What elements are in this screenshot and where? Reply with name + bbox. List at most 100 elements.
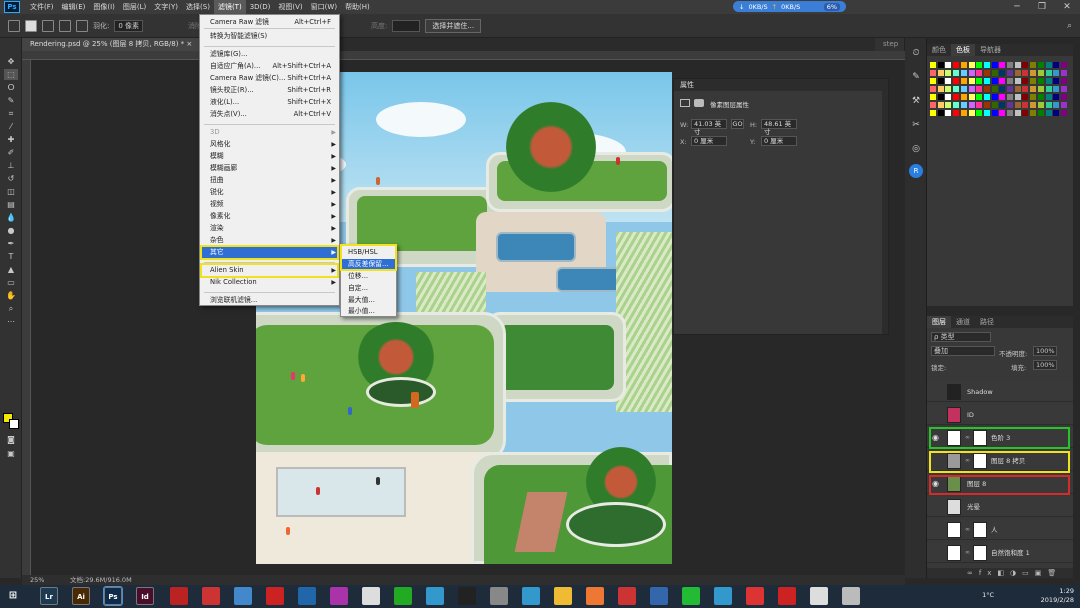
more-tools-icon[interactable]: ⋯ xyxy=(4,316,18,327)
swatch[interactable] xyxy=(1053,70,1060,76)
tab-navigator[interactable]: 导航器 xyxy=(975,44,1006,56)
link-dimensions-icon[interactable]: GO xyxy=(731,119,744,129)
swatch[interactable] xyxy=(937,110,944,116)
app-icon[interactable] xyxy=(522,587,540,605)
tab-swatches[interactable]: 色板 xyxy=(951,44,975,56)
folder-icon[interactable] xyxy=(554,587,572,605)
crop-tool-icon[interactable]: ⌗ xyxy=(4,108,18,119)
network-speed-widget[interactable]: ↓ 0KB/S ↑ 0KB/S 6% xyxy=(733,1,846,12)
menu-window[interactable]: 窗口(W) xyxy=(307,0,341,14)
filter-menu-item[interactable]: Camera Raw 滤镜(C)... Shift+Ctrl+A xyxy=(200,73,339,84)
tab-layers[interactable]: 图层 xyxy=(927,316,951,328)
swatch[interactable] xyxy=(1060,78,1067,84)
swatch[interactable] xyxy=(1007,94,1013,100)
app-icon[interactable] xyxy=(810,587,828,605)
swatch[interactable] xyxy=(930,94,936,100)
swatch[interactable] xyxy=(1014,102,1021,108)
swatch[interactable] xyxy=(1053,86,1060,92)
menu-type[interactable]: 文字(Y) xyxy=(150,0,182,14)
menu-filter[interactable]: 滤镜(T) xyxy=(213,0,246,14)
filter-menu-item[interactable]: 滤镜库(G)... xyxy=(200,49,339,60)
app-icon[interactable] xyxy=(618,587,636,605)
app-icon[interactable] xyxy=(586,587,604,605)
swatch[interactable] xyxy=(1007,70,1013,76)
filter-menu-item[interactable]: 渲染 ▶ xyxy=(200,223,339,234)
photoshop-taskbar-icon[interactable]: Ps xyxy=(103,586,123,606)
hand-tool-icon[interactable]: ✋ xyxy=(4,290,18,301)
filter-menu-item[interactable]: 自适应广角(A)... Alt+Shift+Ctrl+A xyxy=(200,61,339,72)
menu-file[interactable]: 文件(F) xyxy=(26,0,58,14)
lightroom-icon[interactable]: Lr xyxy=(40,587,58,605)
zoom-level[interactable]: 25% xyxy=(30,575,44,585)
swatch[interactable] xyxy=(945,62,952,68)
visibility-eye-icon[interactable] xyxy=(932,410,942,420)
swatch[interactable] xyxy=(930,62,936,68)
swatch[interactable] xyxy=(1030,102,1037,108)
brush-tool-icon[interactable]: ✐ xyxy=(4,147,18,158)
swatch[interactable] xyxy=(953,86,960,92)
filter-menu-item[interactable]: 消失点(V)... Alt+Ctrl+V xyxy=(200,109,339,120)
swatch[interactable] xyxy=(976,78,983,84)
submenu-item[interactable]: 最大值... xyxy=(341,295,396,306)
menu-view[interactable]: 视图(V) xyxy=(274,0,306,14)
y-input[interactable]: 0 厘米 xyxy=(761,136,797,146)
swatch[interactable] xyxy=(991,78,998,84)
swatch[interactable] xyxy=(945,102,952,108)
swatch[interactable] xyxy=(1022,62,1029,68)
swatch[interactable] xyxy=(1060,102,1067,108)
swatch[interactable] xyxy=(1053,110,1060,116)
swatch[interactable] xyxy=(1022,78,1029,84)
swatch[interactable] xyxy=(1007,86,1013,92)
filter-menu-item[interactable]: Nik Collection ▶ xyxy=(200,277,339,288)
swatch[interactable] xyxy=(999,70,1006,76)
layer-row[interactable]: Shadow xyxy=(927,382,1073,402)
swatch[interactable] xyxy=(1030,94,1037,100)
submenu-item[interactable]: 最小值... xyxy=(341,306,396,317)
swatch[interactable] xyxy=(1014,86,1021,92)
maximize-icon[interactable]: ❐ xyxy=(1030,0,1054,14)
swatch[interactable] xyxy=(1053,94,1060,100)
swatch[interactable] xyxy=(1037,62,1044,68)
swatch[interactable] xyxy=(930,78,936,84)
filter-menu-item[interactable]: 3D ▶ xyxy=(200,127,339,138)
swatch[interactable] xyxy=(999,62,1006,68)
blur-tool-icon[interactable]: 💧 xyxy=(4,212,18,223)
filter-menu-item[interactable]: 风格化 ▶ xyxy=(200,139,339,150)
swatch[interactable] xyxy=(976,94,983,100)
swatch[interactable] xyxy=(991,70,998,76)
swatch[interactable] xyxy=(983,86,990,92)
app-icon[interactable] xyxy=(170,587,188,605)
properties-scrollbar[interactable] xyxy=(882,91,888,334)
app-icon[interactable] xyxy=(650,587,668,605)
system-tray[interactable]: 1°C 1:29 2019/2/28 xyxy=(982,587,1074,605)
swatch[interactable] xyxy=(1022,94,1029,100)
filter-menu-item[interactable]: Camera Raw 滤镜 Alt+Ctrl+F xyxy=(200,17,339,28)
dodge-tool-icon[interactable]: ● xyxy=(4,225,18,236)
app-icon[interactable] xyxy=(298,587,316,605)
swatch[interactable] xyxy=(1014,62,1021,68)
adjustments-icon[interactable]: ⚒ xyxy=(909,94,923,108)
swatch[interactable] xyxy=(991,110,998,116)
zoom-tool-icon[interactable]: ⌕ xyxy=(4,303,18,314)
screen-mode-icon[interactable]: ▣ xyxy=(4,448,18,459)
swatch[interactable] xyxy=(1037,94,1044,100)
layer-row[interactable]: ∞ 人 xyxy=(927,520,1073,540)
select-and-mask-button[interactable]: 选择并遮住... xyxy=(425,18,482,33)
swatch[interactable] xyxy=(945,94,952,100)
mask-link-icon[interactable]: ∞ xyxy=(965,549,970,556)
tab-rendering[interactable]: Rendering.psd @ 25% (图层 8 拷贝, RGB/8) * × xyxy=(22,38,202,51)
swatch[interactable] xyxy=(1037,86,1044,92)
swatch[interactable] xyxy=(1053,78,1060,84)
swatch[interactable] xyxy=(991,62,998,68)
swatch[interactable] xyxy=(1060,110,1067,116)
background-color-swatch[interactable] xyxy=(9,419,19,429)
lasso-tool-icon[interactable]: ⵔ xyxy=(4,82,18,93)
illustrator-icon[interactable]: Ai xyxy=(72,587,90,605)
swatch[interactable] xyxy=(937,102,944,108)
swatch[interactable] xyxy=(1037,110,1044,116)
swatch[interactable] xyxy=(968,70,975,76)
swatch[interactable] xyxy=(1007,78,1013,84)
swatch[interactable] xyxy=(1030,78,1037,84)
menu-3d[interactable]: 3D(D) xyxy=(246,0,275,14)
swatch[interactable] xyxy=(930,110,936,116)
